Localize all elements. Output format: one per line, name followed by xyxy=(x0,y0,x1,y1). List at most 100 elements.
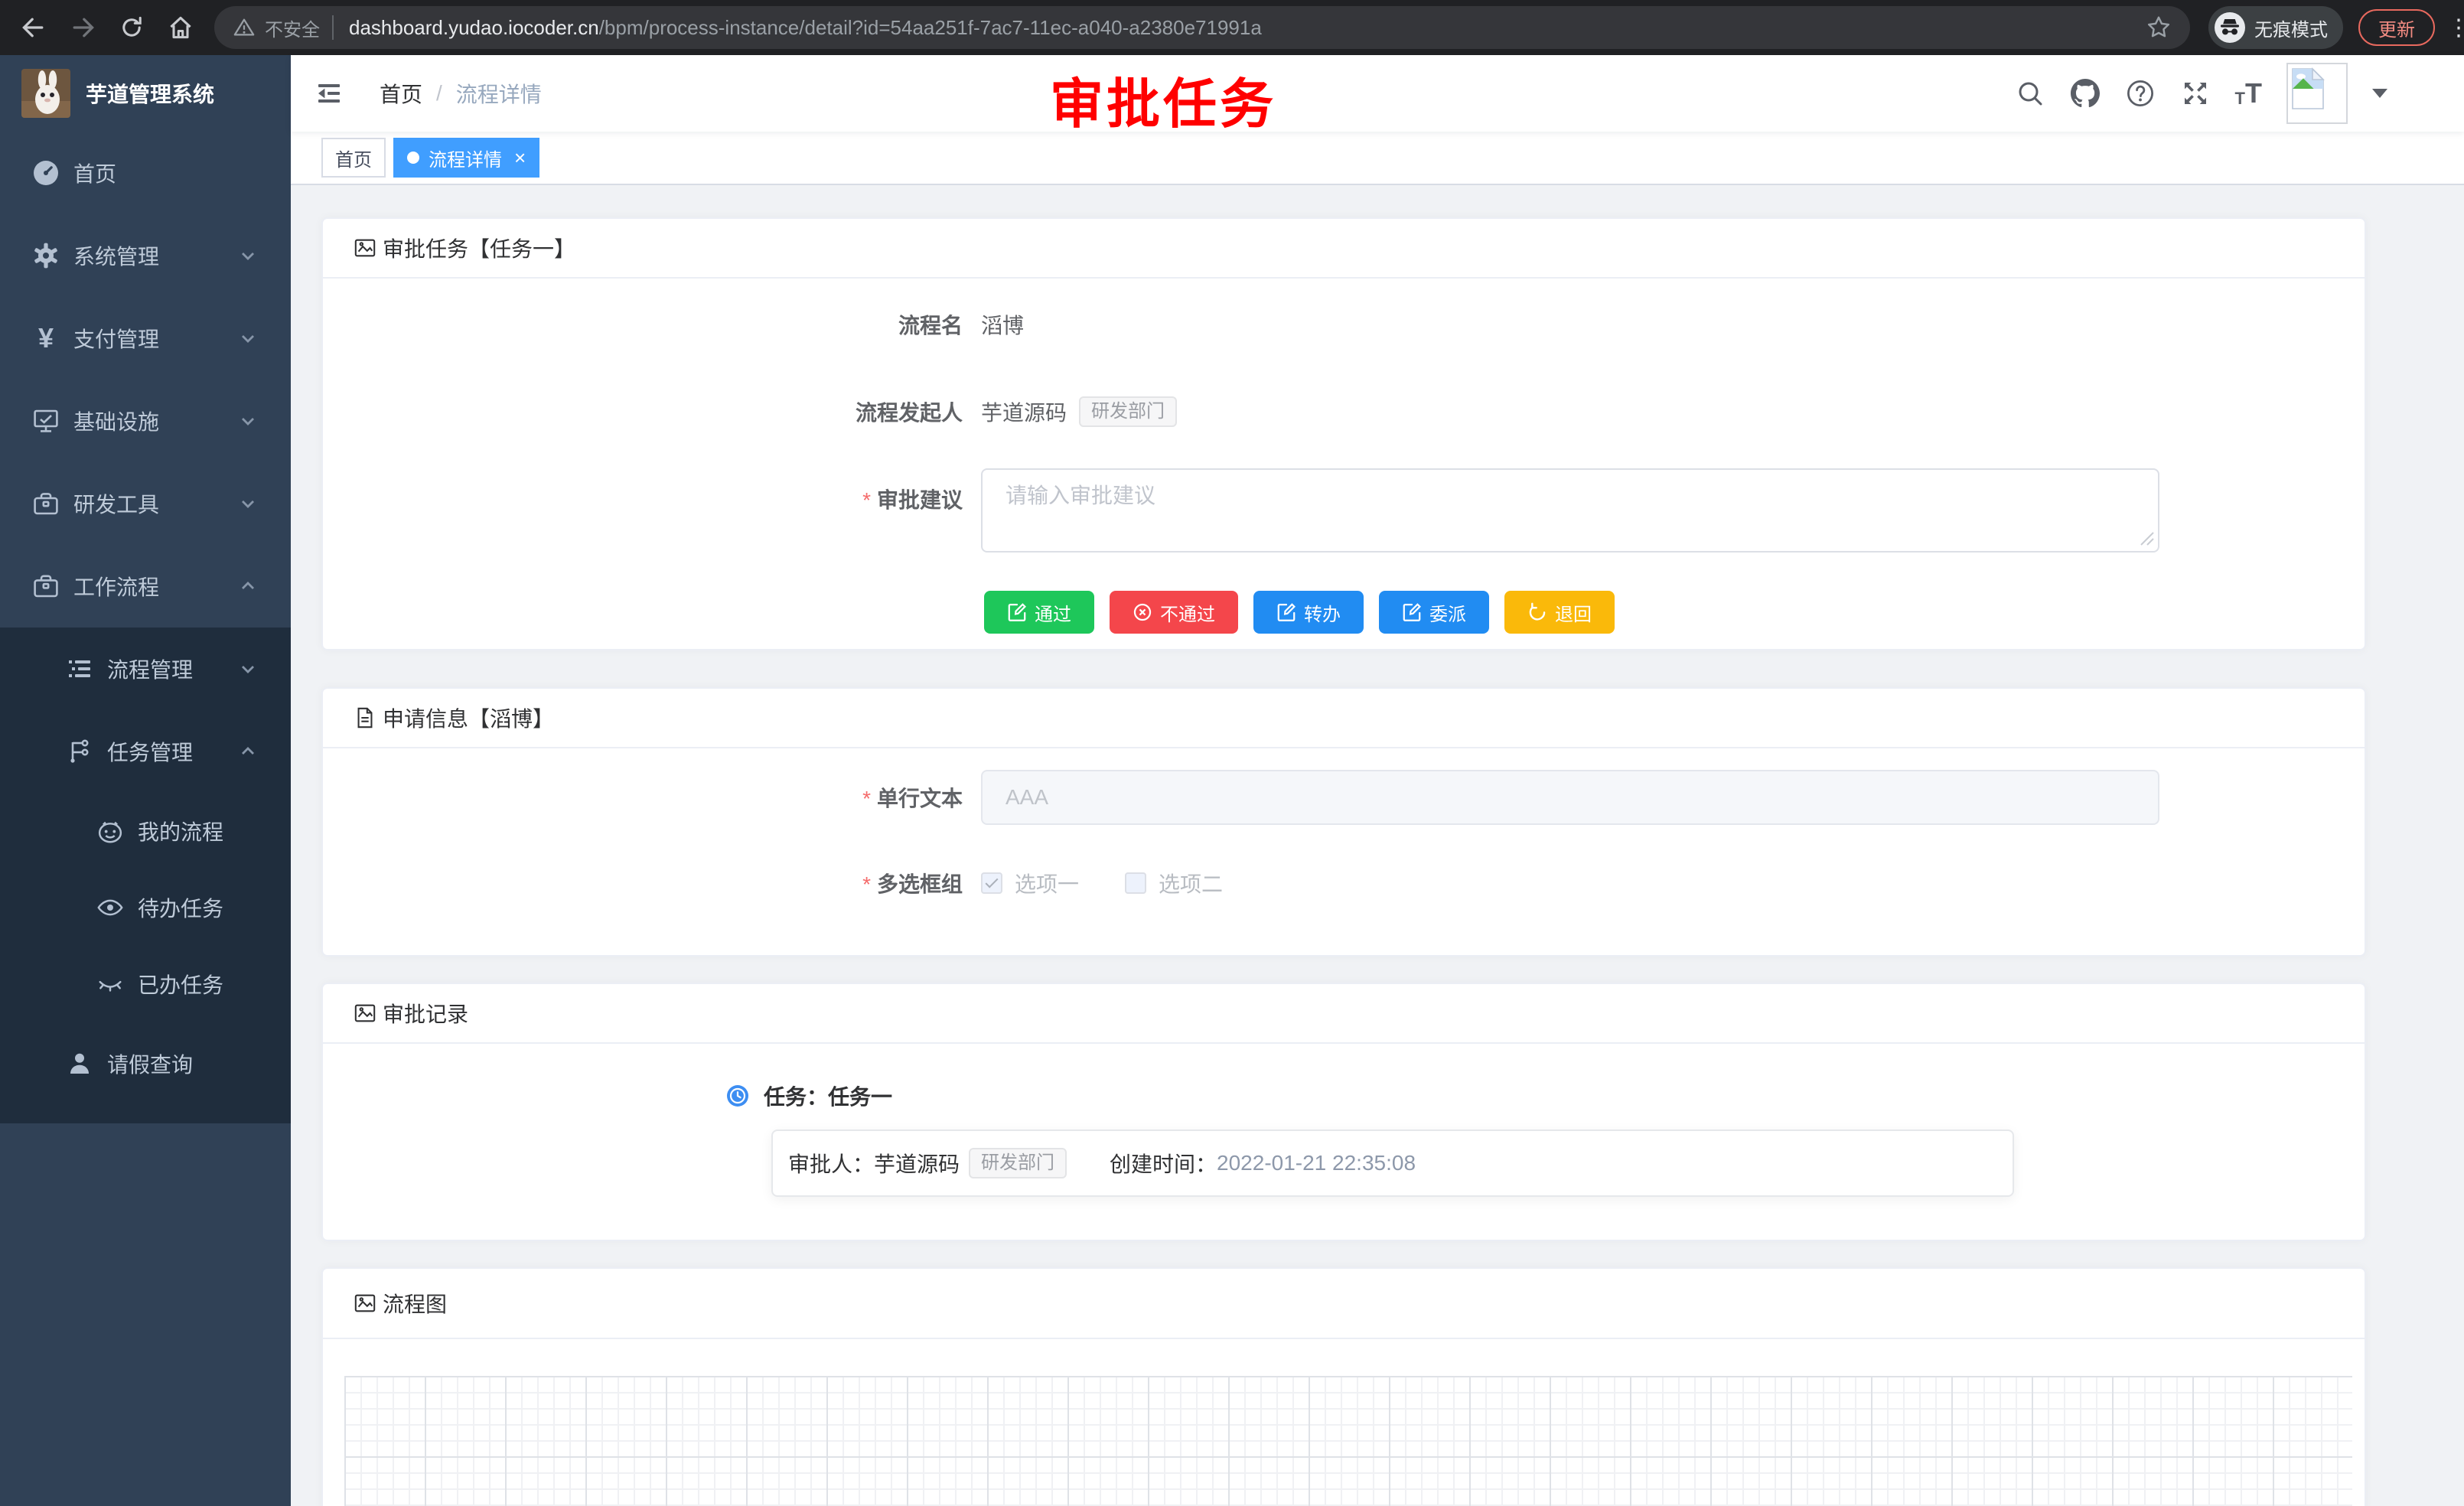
delegate-button[interactable]: 委派 xyxy=(1379,591,1489,634)
checkbox-option-2-label: 选项二 xyxy=(1159,868,1223,898)
search-icon[interactable] xyxy=(2015,78,2045,109)
chevron-down-icon xyxy=(239,246,257,265)
created-label: 创建时间： xyxy=(1110,1148,1217,1178)
process-name-value: 滔博 xyxy=(981,309,1024,340)
approver-text: 审批人：芋道源码 xyxy=(788,1148,960,1178)
edit-icon xyxy=(1276,602,1296,622)
initiator-value: 芋道源码 xyxy=(981,396,1067,427)
back-icon[interactable] xyxy=(18,12,49,43)
approve-button[interactable]: 通过 xyxy=(984,591,1094,634)
picture-icon xyxy=(354,1002,376,1025)
browser-menu-icon[interactable]: ⋮ xyxy=(2447,15,2464,41)
tag-close-icon[interactable]: × xyxy=(514,148,526,168)
chrome-update-button[interactable]: 更新 xyxy=(2358,9,2435,46)
circle-x-icon xyxy=(1133,602,1152,622)
return-button[interactable]: 退回 xyxy=(1504,591,1615,634)
help-icon[interactable] xyxy=(2125,78,2156,109)
incognito-label: 无痕模式 xyxy=(2254,15,2328,41)
sidebar-item-done-tasks[interactable]: 已办任务 xyxy=(0,946,291,1022)
checkbox-option-1-label: 选项一 xyxy=(1015,868,1079,898)
github-icon[interactable] xyxy=(2070,78,2101,109)
font-size-icon[interactable]: TT xyxy=(2235,80,2262,107)
face-icon xyxy=(95,817,125,846)
person-icon xyxy=(64,1050,95,1077)
sidebar-item-task-mgmt[interactable]: 任务管理 xyxy=(0,710,291,793)
broken-image-icon xyxy=(2291,67,2325,110)
approval-record-card: 审批记录 任务：任务一 审批人：芋道源码 研发部门 创建时间： 2022-01-… xyxy=(321,983,2366,1241)
resize-handle[interactable] xyxy=(2140,524,2155,553)
approval-task-card: 审批任务【任务一】 流程名 滔博 流程发起人 芋道源码 研发部门 xyxy=(321,217,2366,650)
suggestion-label-wrap: *审批建议 xyxy=(323,468,981,514)
task-title: 任务：任务一 xyxy=(764,1081,892,1111)
page-content: 审批任务【任务一】 流程名 滔博 流程发起人 芋道源码 研发部门 xyxy=(291,185,2464,1506)
suggestion-textarea[interactable] xyxy=(981,468,2159,553)
breadcrumb-current: 流程详情 xyxy=(456,78,542,109)
sidebar-item-infra[interactable]: 基础设施 xyxy=(0,380,291,462)
reject-button[interactable]: 不通过 xyxy=(1110,591,1238,634)
breadcrumb: 首页 / 流程详情 xyxy=(380,78,542,109)
timeline-clock-icon xyxy=(727,1085,748,1107)
incognito-icon xyxy=(2215,12,2245,43)
avatar-caret-icon[interactable] xyxy=(2372,89,2387,98)
sidebar-item-leave-query[interactable]: 请假查询 xyxy=(0,1022,291,1105)
gear-icon xyxy=(31,242,61,269)
dept-tag: 研发部门 xyxy=(969,1148,1067,1178)
approval-card-header: 审批任务【任务一】 xyxy=(323,219,2365,279)
application-card-body: *单行文本 *多选框组 选项一 选项二 xyxy=(323,770,2365,898)
security-label[interactable]: 不安全 xyxy=(265,15,320,41)
edit-icon xyxy=(1007,602,1027,622)
security-warning-icon xyxy=(233,16,256,39)
sidebar-item-home[interactable]: 首页 xyxy=(0,132,291,214)
bpmn-canvas[interactable] xyxy=(344,1376,2352,1506)
application-card-header: 申请信息【滔博】 xyxy=(323,689,2365,748)
sidebar-item-todo-tasks[interactable]: 待办任务 xyxy=(0,869,291,946)
bookmark-star-icon[interactable] xyxy=(2146,15,2172,41)
rollback-icon xyxy=(1527,602,1547,622)
created-time: 2022-01-21 22:35:08 xyxy=(1217,1151,1416,1175)
transfer-button[interactable]: 转办 xyxy=(1253,591,1364,634)
app-logo-row[interactable]: 芋道管理系统 xyxy=(0,55,291,132)
fullscreen-icon[interactable] xyxy=(2180,78,2211,109)
sidebar-item-system[interactable]: 系统管理 xyxy=(0,214,291,297)
active-dot xyxy=(407,152,419,164)
sidebar-item-payment[interactable]: ¥ 支付管理 xyxy=(0,297,291,380)
single-line-text-input xyxy=(981,770,2159,825)
sidebar-item-my-process[interactable]: 我的流程 xyxy=(0,793,291,869)
omnibox-divider xyxy=(332,15,334,40)
text-field-label-wrap: *单行文本 xyxy=(323,782,981,813)
url-bar[interactable]: 不安全 dashboard.yudao.iocoder.cn/bpm/proce… xyxy=(214,6,2190,49)
card-title: 流程图 xyxy=(383,1288,447,1319)
browser-toolbar: 不安全 dashboard.yudao.iocoder.cn/bpm/proce… xyxy=(0,0,2464,55)
forward-icon[interactable] xyxy=(67,12,98,43)
application-info-card: 申请信息【滔博】 *单行文本 *多选框组 选项一 选项二 xyxy=(321,687,2366,957)
breadcrumb-home[interactable]: 首页 xyxy=(380,78,422,109)
avatar[interactable] xyxy=(2286,63,2348,124)
sidebar-item-process-mgmt[interactable]: 流程管理 xyxy=(0,628,291,710)
sidebar-item-devtools[interactable]: 研发工具 xyxy=(0,462,291,545)
record-item: 审批人：芋道源码 研发部门 创建时间： 2022-01-21 22:35:08 xyxy=(771,1130,2014,1197)
tag-process-detail[interactable]: 流程详情 × xyxy=(393,138,539,178)
chevron-down-icon xyxy=(239,660,257,678)
incognito-badge: 无痕模式 xyxy=(2208,6,2343,49)
toolbox-icon xyxy=(31,490,61,517)
tree-icon xyxy=(64,738,95,765)
chevron-down-icon xyxy=(239,329,257,347)
eye-icon xyxy=(95,893,125,922)
process-name-label: 流程名 xyxy=(323,309,981,340)
briefcase-icon xyxy=(31,572,61,600)
card-title: 审批记录 xyxy=(383,998,468,1028)
url-text[interactable]: dashboard.yudao.iocoder.cn/bpm/process-i… xyxy=(349,16,2133,40)
tags-view-bar: 首页 流程详情 × xyxy=(291,132,2464,185)
eye-closed-icon xyxy=(95,970,125,999)
breadcrumb-separator: / xyxy=(436,81,442,106)
picture-icon xyxy=(354,236,376,259)
sidebar-fold-icon[interactable] xyxy=(314,78,344,109)
sidebar-item-workflow[interactable]: 工作流程 xyxy=(0,545,291,628)
tag-home[interactable]: 首页 xyxy=(321,138,386,178)
yen-icon: ¥ xyxy=(31,322,61,354)
checkbox-option-1 xyxy=(981,872,1002,894)
diagram-card-header: 流程图 xyxy=(323,1269,2365,1339)
reload-icon[interactable] xyxy=(116,12,147,43)
required-asterisk: * xyxy=(862,488,871,512)
home-icon[interactable] xyxy=(165,12,196,43)
